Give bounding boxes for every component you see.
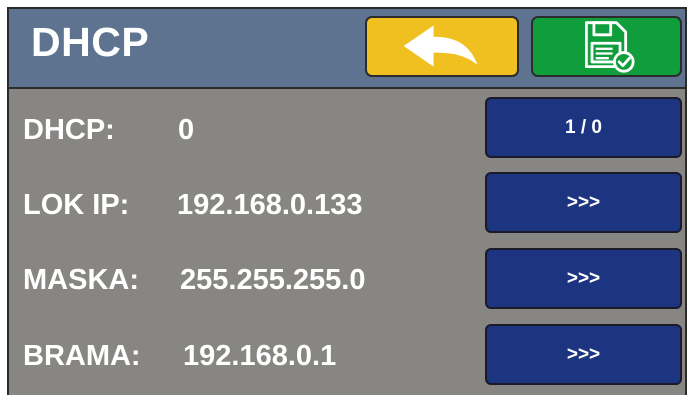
dhcp-label: DHCP: xyxy=(23,114,115,146)
lok-ip-label: LOK IP: xyxy=(23,189,130,221)
save-button[interactable] xyxy=(531,16,682,77)
back-button[interactable] xyxy=(365,16,519,77)
maska-edit-button[interactable]: >>> xyxy=(485,248,682,309)
lok-ip-edit-button[interactable]: >>> xyxy=(485,172,682,233)
back-arrow-icon xyxy=(403,25,478,67)
maska-value: 255.255.255.0 xyxy=(180,264,366,296)
save-disk-check-icon xyxy=(585,21,635,73)
dhcp-toggle-button[interactable]: 1 / 0 xyxy=(485,97,682,158)
brama-edit-button[interactable]: >>> xyxy=(485,324,682,385)
brama-label: BRAMA: xyxy=(23,340,141,372)
dhcp-screen: DHCP DHCP: 0 1 / 0 LOK IP: 192.168.0.133… xyxy=(7,7,687,395)
brama-value: 192.168.0.1 xyxy=(183,340,337,372)
lok-ip-value: 192.168.0.133 xyxy=(177,189,363,221)
maska-label: MASKA: xyxy=(23,264,139,296)
page-title: DHCP xyxy=(31,19,150,65)
dhcp-value: 0 xyxy=(178,114,195,146)
header-bar: DHCP xyxy=(9,9,685,89)
